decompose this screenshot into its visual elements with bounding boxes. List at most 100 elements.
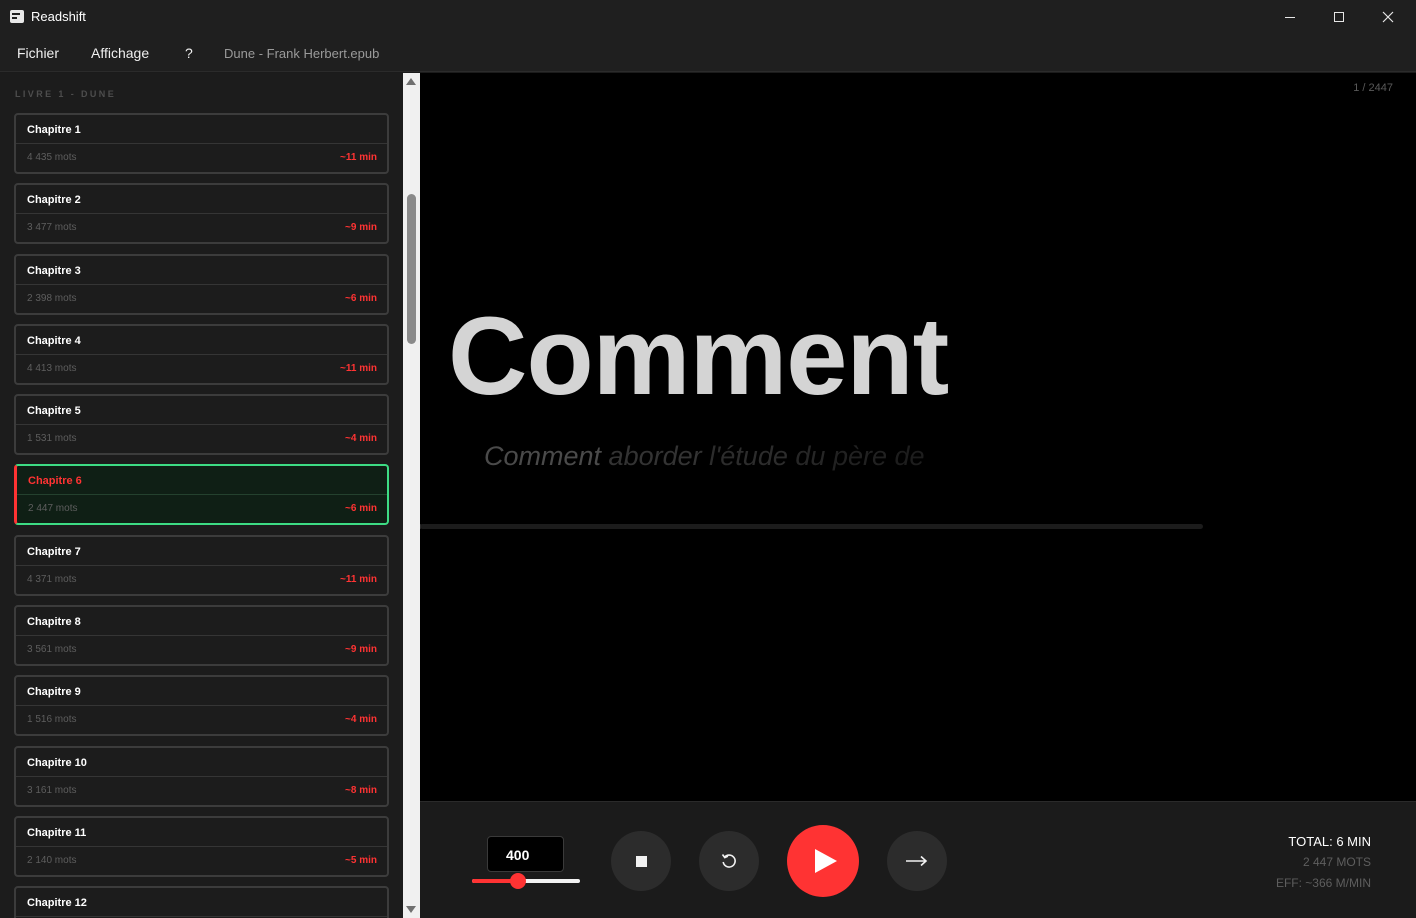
title-bar: Readshift <box>0 0 1416 34</box>
chapter-divider <box>16 705 387 706</box>
maximize-icon <box>1334 12 1344 22</box>
chapter-title: Chapitre 6 <box>28 475 82 487</box>
chapter-duration: ~11 min <box>340 363 377 374</box>
scroll-up-arrow-icon[interactable] <box>406 78 416 85</box>
next-button[interactable] <box>887 831 947 891</box>
arrow-right-icon <box>906 855 928 867</box>
context-word: de <box>894 441 925 471</box>
minimize-button[interactable] <box>1266 0 1314 34</box>
chapter-word-count: 3 477 mots <box>27 222 77 233</box>
close-icon <box>1382 11 1394 23</box>
chapter-title: Chapitre 12 <box>27 897 87 909</box>
chapter-divider <box>16 354 387 355</box>
chapter-duration: ~6 min <box>345 293 377 304</box>
maximize-button[interactable] <box>1315 0 1363 34</box>
app-logo-icon <box>10 10 24 23</box>
app-window: Readshift Fichier Affichage ? Dune - Fra… <box>0 0 1416 918</box>
chapter-title: Chapitre 11 <box>27 827 87 839</box>
word-position-counter: 1 / 2447 <box>1353 82 1393 94</box>
chapter-item-8[interactable]: Chapitre 8 3 561 mots ~9 min <box>14 605 389 666</box>
chapter-divider <box>16 565 387 566</box>
menu-view[interactable]: Affichage <box>91 45 149 61</box>
chapter-duration: ~11 min <box>340 574 377 585</box>
context-word: du <box>795 441 826 471</box>
scroll-thumb[interactable] <box>407 194 416 344</box>
chapter-duration: ~4 min <box>345 714 377 725</box>
chapter-divider <box>16 143 387 144</box>
chapter-divider <box>16 424 387 425</box>
chapter-word-count: 2 398 mots <box>27 293 77 304</box>
chapter-title: Chapitre 5 <box>27 405 81 417</box>
chapter-word-count: 4 435 mots <box>27 152 77 163</box>
chapter-duration: ~5 min <box>345 855 377 866</box>
chapter-item-1[interactable]: Chapitre 1 4 435 mots ~11 min <box>14 113 389 174</box>
reader-display: 1 / 2447 Comment Comment aborder l'étude… <box>420 73 1416 801</box>
menu-help[interactable]: ? <box>185 45 193 61</box>
chapter-title: Chapitre 3 <box>27 265 81 277</box>
chapter-word-count: 2 447 mots <box>28 503 78 514</box>
sidebar-scrollbar[interactable] <box>403 73 420 918</box>
chapter-word-count: 4 413 mots <box>27 363 77 374</box>
chapter-item-12[interactable]: Chapitre 12 <box>14 886 389 918</box>
stop-icon <box>635 855 647 867</box>
chapter-title: Chapitre 9 <box>27 686 81 698</box>
chapter-item-7[interactable]: Chapitre 7 4 371 mots ~11 min <box>14 535 389 596</box>
chapter-item-6-active[interactable]: Chapitre 6 2 447 mots ~6 min <box>14 464 389 525</box>
chapter-duration: ~9 min <box>345 222 377 233</box>
chapter-divider <box>16 284 387 285</box>
context-word: Comment <box>484 441 602 471</box>
speed-slider-handle[interactable] <box>510 873 527 889</box>
chapter-divider <box>16 635 387 636</box>
chapter-title: Chapitre 4 <box>27 335 81 347</box>
restart-icon <box>721 854 736 868</box>
chapter-item-10[interactable]: Chapitre 10 3 161 mots ~8 min <box>14 746 389 807</box>
chapter-item-11[interactable]: Chapitre 11 2 140 mots ~5 min <box>14 816 389 877</box>
context-word: père <box>832 441 887 471</box>
chapter-word-count: 1 531 mots <box>27 433 77 444</box>
chapter-divider <box>16 916 387 917</box>
play-icon <box>814 849 837 873</box>
reading-progress-bar[interactable] <box>420 524 1203 529</box>
menu-bar: Fichier Affichage ? Dune - Frank Herbert… <box>0 34 1416 72</box>
context-line: Comment aborder l'étude du père de <box>484 441 925 472</box>
chapter-title: Chapitre 2 <box>27 194 81 206</box>
chapter-divider <box>16 776 387 777</box>
chapter-divider <box>16 846 387 847</box>
total-word-count: 2 447 MOTS <box>1302 855 1371 869</box>
chapter-item-5[interactable]: Chapitre 5 1 531 mots ~4 min <box>14 394 389 455</box>
context-word: aborder <box>608 441 702 471</box>
chapter-title: Chapitre 8 <box>27 616 81 628</box>
chapter-item-9[interactable]: Chapitre 9 1 516 mots ~4 min <box>14 675 389 736</box>
chapter-word-count: 3 561 mots <box>27 644 77 655</box>
chapter-title: Chapitre 1 <box>27 124 81 136</box>
chapter-item-2[interactable]: Chapitre 2 3 477 mots ~9 min <box>14 183 389 244</box>
speed-slider[interactable] <box>472 873 580 889</box>
chapter-divider <box>16 213 387 214</box>
chapter-word-count: 3 161 mots <box>27 785 77 796</box>
restart-button[interactable] <box>699 831 759 891</box>
chapter-word-count: 1 516 mots <box>27 714 77 725</box>
app-title: Readshift <box>31 9 86 24</box>
chapter-duration: ~8 min <box>345 785 377 796</box>
chapter-word-count: 4 371 mots <box>27 574 77 585</box>
speed-input[interactable]: 400 <box>487 836 564 872</box>
stop-button[interactable] <box>611 831 671 891</box>
playback-controls: 400 TOTAL: 6 MIN 2 447 MOTS EFF: ~366 M/… <box>420 801 1416 918</box>
close-button[interactable] <box>1364 0 1412 34</box>
play-button[interactable] <box>787 825 859 897</box>
scroll-down-arrow-icon[interactable] <box>406 906 416 913</box>
current-word: Comment <box>448 295 949 418</box>
context-word: l'étude <box>709 441 788 471</box>
chapter-sidebar: LIVRE 1 - DUNE Chapitre 1 4 435 mots ~11… <box>0 73 403 918</box>
chapter-duration: ~11 min <box>340 152 377 163</box>
chapter-duration: ~9 min <box>345 644 377 655</box>
chapter-divider <box>17 494 387 495</box>
chapter-item-3[interactable]: Chapitre 3 2 398 mots ~6 min <box>14 254 389 315</box>
chapter-duration: ~6 min <box>345 503 377 514</box>
menu-file[interactable]: Fichier <box>17 45 59 61</box>
total-time: TOTAL: 6 MIN <box>1288 834 1371 849</box>
chapter-title: Chapitre 10 <box>27 757 87 769</box>
chapter-item-4[interactable]: Chapitre 4 4 413 mots ~11 min <box>14 324 389 385</box>
chapter-duration: ~4 min <box>345 433 377 444</box>
minimize-icon <box>1285 16 1295 18</box>
